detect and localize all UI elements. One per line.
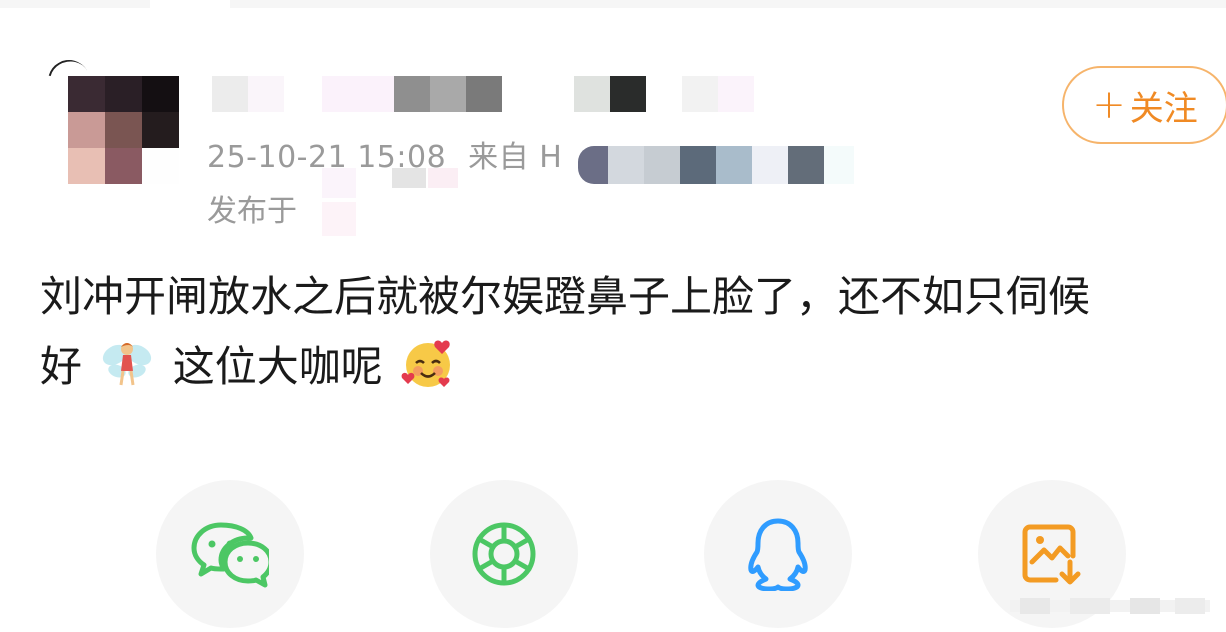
post-text-line-1: 刘冲开闸放水之后就被尔娱蹬鼻子上脸了，还不如只伺候 xyxy=(40,272,1091,321)
post-text-line-2: 好 这位大咖呢 xyxy=(40,332,1226,402)
location-obscured xyxy=(322,164,482,236)
follow-button[interactable]: + 关注 xyxy=(1062,66,1226,144)
post-body: 刘冲开闸放水之后就被尔娱蹬鼻子上脸了，还不如只伺候 好 这位大咖呢 xyxy=(40,262,1226,402)
moments-icon xyxy=(472,522,536,586)
follow-label: 关注 xyxy=(1129,88,1198,129)
plus-icon: + xyxy=(1092,82,1126,128)
smiling-face-with-hearts-icon xyxy=(401,340,451,387)
share-wechat-button[interactable] xyxy=(156,480,304,628)
post-text-fragment-a: 好 xyxy=(40,342,83,391)
top-divider xyxy=(0,0,1226,8)
qq-icon xyxy=(748,518,808,591)
save-image-icon xyxy=(1022,524,1081,585)
fairy-icon xyxy=(103,343,152,386)
source-obscured xyxy=(578,146,858,184)
published-location: 发布于 xyxy=(207,186,297,230)
post-text-fragment-b: 这位大咖呢 xyxy=(172,342,383,391)
share-moments-button[interactable] xyxy=(430,480,578,628)
post-source: 来自 H xyxy=(468,140,563,175)
wechat-icon xyxy=(191,522,269,588)
published-label: 发布于 xyxy=(207,194,297,229)
watermark-logo xyxy=(1010,598,1210,614)
share-qq-button[interactable] xyxy=(704,480,852,628)
username-obscured[interactable] xyxy=(212,76,772,112)
avatar[interactable] xyxy=(68,76,180,184)
